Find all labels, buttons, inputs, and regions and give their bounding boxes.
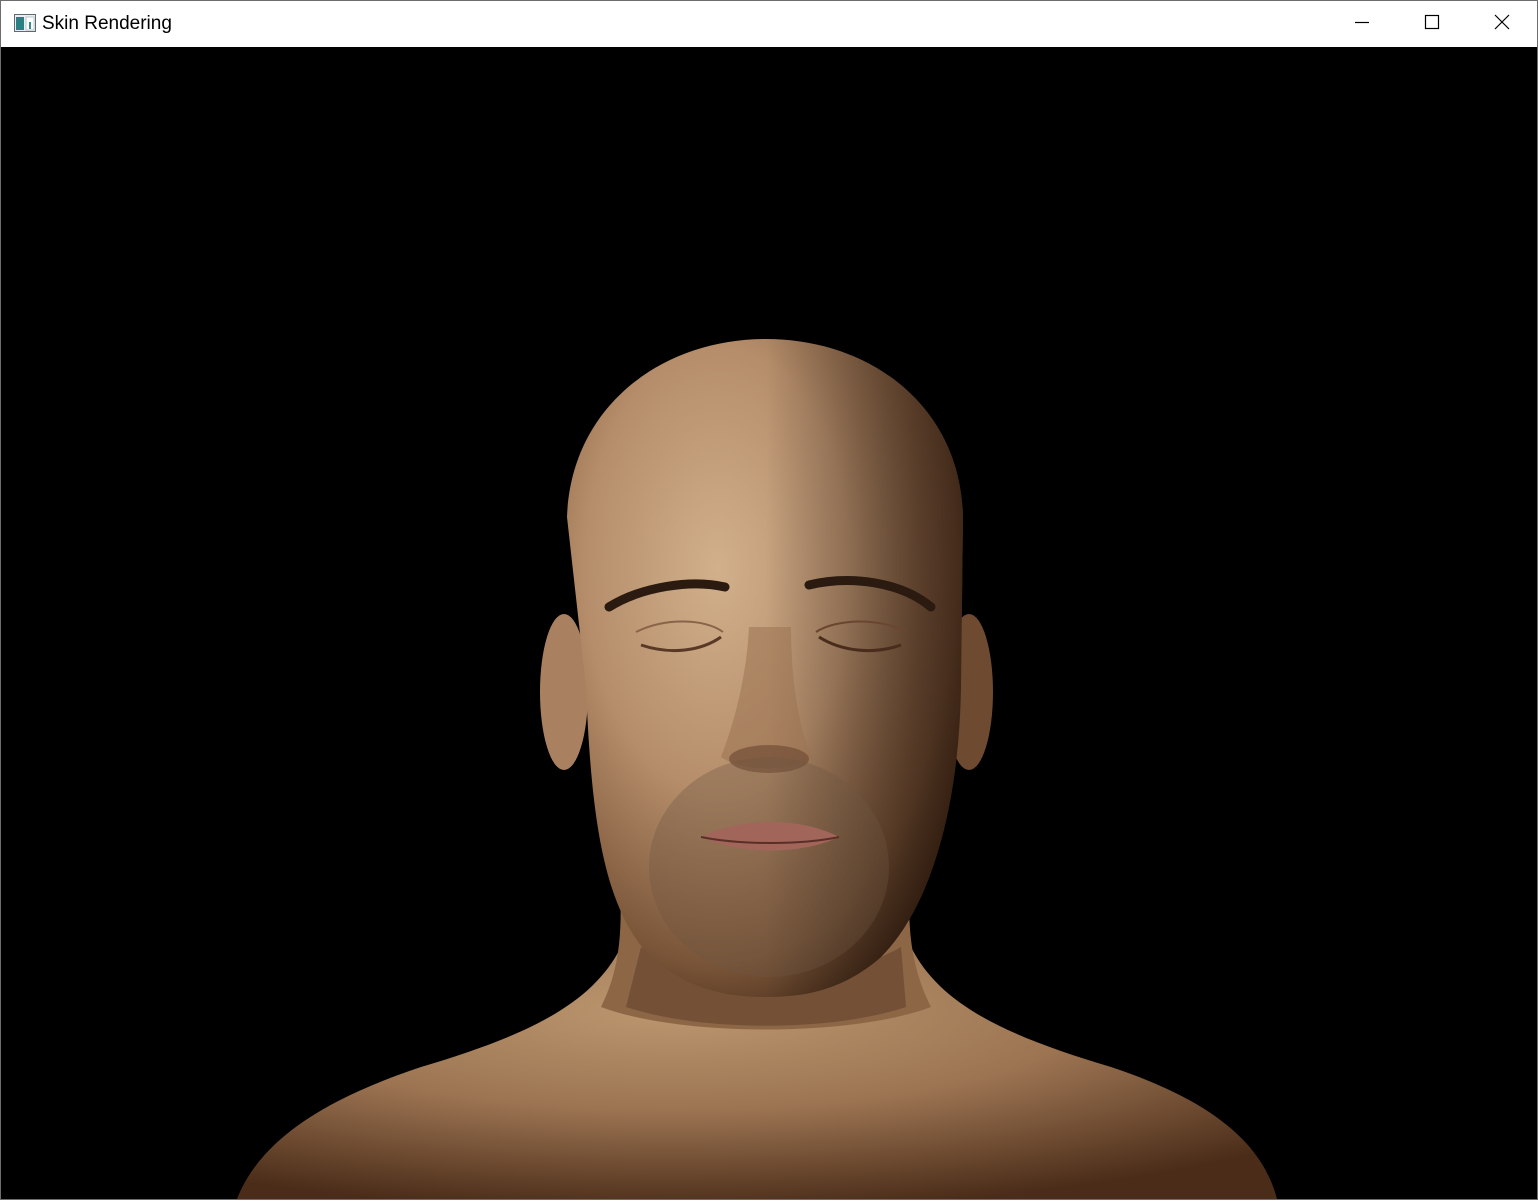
close-button[interactable] (1467, 1, 1537, 47)
beard-shadow (649, 757, 889, 977)
maximize-icon (1424, 14, 1440, 35)
render-viewport[interactable] (1, 47, 1537, 1199)
title-bar[interactable]: Skin Rendering (1, 1, 1537, 47)
minimize-button[interactable] (1327, 1, 1397, 47)
app-window-icon (14, 14, 36, 32)
window-title: Skin Rendering (42, 13, 172, 34)
close-icon (1494, 14, 1510, 35)
render-head-bust (237, 339, 1277, 1199)
minimize-icon (1354, 14, 1370, 35)
app-window: Skin Rendering (0, 0, 1538, 1200)
maximize-button[interactable] (1397, 1, 1467, 47)
